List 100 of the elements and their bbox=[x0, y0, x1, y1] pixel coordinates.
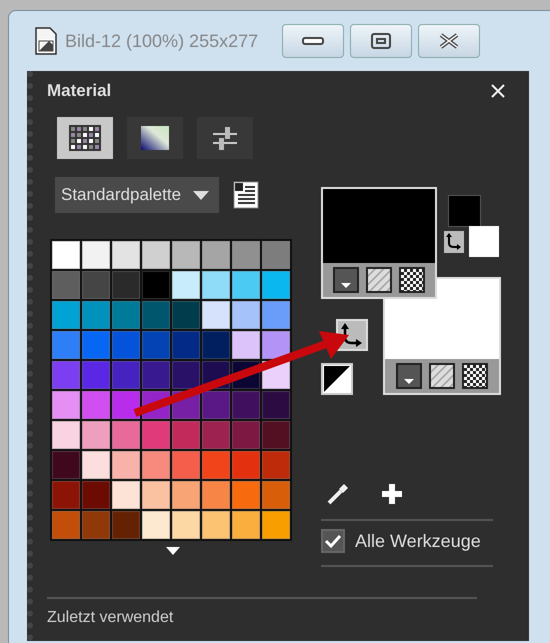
color-swatch[interactable] bbox=[82, 391, 110, 419]
color-swatch[interactable] bbox=[232, 511, 260, 539]
color-swatch[interactable] bbox=[112, 481, 140, 509]
color-swatch[interactable] bbox=[82, 511, 110, 539]
color-swatch[interactable] bbox=[232, 451, 260, 479]
swap-icon[interactable] bbox=[444, 231, 464, 253]
color-swatch[interactable] bbox=[142, 481, 170, 509]
transparency-icon[interactable] bbox=[462, 363, 488, 389]
foreground-swatch[interactable] bbox=[321, 187, 437, 299]
color-swatch[interactable] bbox=[52, 511, 80, 539]
color-swatch[interactable] bbox=[82, 301, 110, 329]
color-swatch[interactable] bbox=[82, 421, 110, 449]
color-swatch[interactable] bbox=[142, 241, 170, 269]
color-swatch[interactable] bbox=[172, 511, 200, 539]
style-dropdown-icon[interactable] bbox=[396, 363, 422, 389]
background-swatch[interactable] bbox=[383, 277, 501, 395]
color-swatch[interactable] bbox=[52, 391, 80, 419]
reset-colors-icon[interactable] bbox=[321, 363, 353, 395]
palette-menu-icon[interactable] bbox=[233, 181, 260, 209]
close-icon[interactable] bbox=[491, 84, 505, 98]
color-swatch[interactable] bbox=[202, 511, 230, 539]
checkbox[interactable] bbox=[321, 529, 345, 553]
color-swatch[interactable] bbox=[52, 271, 80, 299]
color-swatch[interactable] bbox=[82, 241, 110, 269]
color-swatch[interactable] bbox=[52, 481, 80, 509]
color-swatch[interactable] bbox=[82, 481, 110, 509]
color-swatch[interactable] bbox=[232, 481, 260, 509]
color-swatch[interactable] bbox=[232, 301, 260, 329]
color-swatch[interactable] bbox=[262, 481, 290, 509]
close-button[interactable] bbox=[418, 24, 480, 58]
color-swatch[interactable] bbox=[82, 451, 110, 479]
color-swatch[interactable] bbox=[82, 331, 110, 359]
color-swatch[interactable] bbox=[172, 481, 200, 509]
color-swatch[interactable] bbox=[52, 301, 80, 329]
color-swatch[interactable] bbox=[112, 301, 140, 329]
color-swatch[interactable] bbox=[172, 451, 200, 479]
color-swatch[interactable] bbox=[142, 271, 170, 299]
color-swatch[interactable] bbox=[232, 331, 260, 359]
color-swatch[interactable] bbox=[172, 271, 200, 299]
texture-icon[interactable] bbox=[366, 267, 392, 293]
color-swatch[interactable] bbox=[172, 301, 200, 329]
panel-tab[interactable] bbox=[127, 117, 183, 159]
color-swatch[interactable] bbox=[52, 451, 80, 479]
color-swatch[interactable] bbox=[202, 271, 230, 299]
color-swatch[interactable] bbox=[202, 421, 230, 449]
color-swatch[interactable] bbox=[112, 331, 140, 359]
color-swatch[interactable] bbox=[142, 301, 170, 329]
color-swatch[interactable] bbox=[262, 451, 290, 479]
panel-tab[interactable] bbox=[197, 117, 253, 159]
background-color[interactable] bbox=[469, 226, 499, 257]
color-swatch[interactable] bbox=[82, 361, 110, 389]
color-swatch[interactable] bbox=[52, 421, 80, 449]
texture-icon[interactable] bbox=[429, 363, 455, 389]
color-swatch[interactable] bbox=[262, 511, 290, 539]
color-swatch[interactable] bbox=[232, 421, 260, 449]
panel-tab[interactable] bbox=[57, 117, 113, 159]
color-swatch[interactable] bbox=[262, 271, 290, 299]
color-swatch[interactable] bbox=[262, 331, 290, 359]
color-swatch[interactable] bbox=[172, 331, 200, 359]
color-swatch[interactable] bbox=[142, 361, 170, 389]
eyedropper-icon[interactable] bbox=[325, 481, 351, 507]
color-swatch[interactable] bbox=[142, 511, 170, 539]
color-swatch[interactable] bbox=[262, 391, 290, 419]
color-swatch[interactable] bbox=[82, 271, 110, 299]
minimize-button[interactable] bbox=[282, 24, 344, 58]
color-swatch[interactable] bbox=[52, 331, 80, 359]
style-dropdown-icon[interactable] bbox=[333, 267, 359, 293]
color-swatch[interactable] bbox=[232, 391, 260, 419]
color-swatch[interactable] bbox=[262, 241, 290, 269]
color-swatch[interactable] bbox=[112, 361, 140, 389]
color-swatch[interactable] bbox=[142, 331, 170, 359]
palette-dropdown[interactable]: Standardpalette bbox=[55, 177, 220, 213]
color-swatch[interactable] bbox=[202, 481, 230, 509]
color-swatch[interactable] bbox=[202, 241, 230, 269]
color-swatch[interactable] bbox=[202, 301, 230, 329]
color-swatch[interactable] bbox=[112, 511, 140, 539]
color-swatch[interactable] bbox=[112, 271, 140, 299]
color-swatch[interactable] bbox=[262, 301, 290, 329]
caret-icon[interactable] bbox=[166, 547, 180, 555]
color-swatch[interactable] bbox=[172, 421, 200, 449]
foreground-color[interactable] bbox=[448, 195, 481, 227]
color-swatch[interactable] bbox=[112, 421, 140, 449]
color-swatch[interactable] bbox=[142, 421, 170, 449]
color-swatch[interactable] bbox=[172, 241, 200, 269]
color-swatch[interactable] bbox=[52, 361, 80, 389]
color-swatch[interactable] bbox=[112, 241, 140, 269]
color-swatch[interactable] bbox=[52, 241, 80, 269]
color-swatch[interactable] bbox=[262, 421, 290, 449]
color-swatch[interactable] bbox=[202, 331, 230, 359]
color-swatch[interactable] bbox=[202, 451, 230, 479]
transparency-icon[interactable] bbox=[399, 267, 425, 293]
color-swatch[interactable] bbox=[112, 451, 140, 479]
color-swatch[interactable] bbox=[232, 241, 260, 269]
color-swatch[interactable] bbox=[232, 271, 260, 299]
color-swatch[interactable] bbox=[112, 391, 140, 419]
color-swatch[interactable] bbox=[172, 361, 200, 389]
maximize-button[interactable] bbox=[350, 24, 412, 58]
plus-icon[interactable] bbox=[379, 481, 405, 507]
color-swatch[interactable] bbox=[202, 391, 230, 419]
color-swatch[interactable] bbox=[142, 451, 170, 479]
